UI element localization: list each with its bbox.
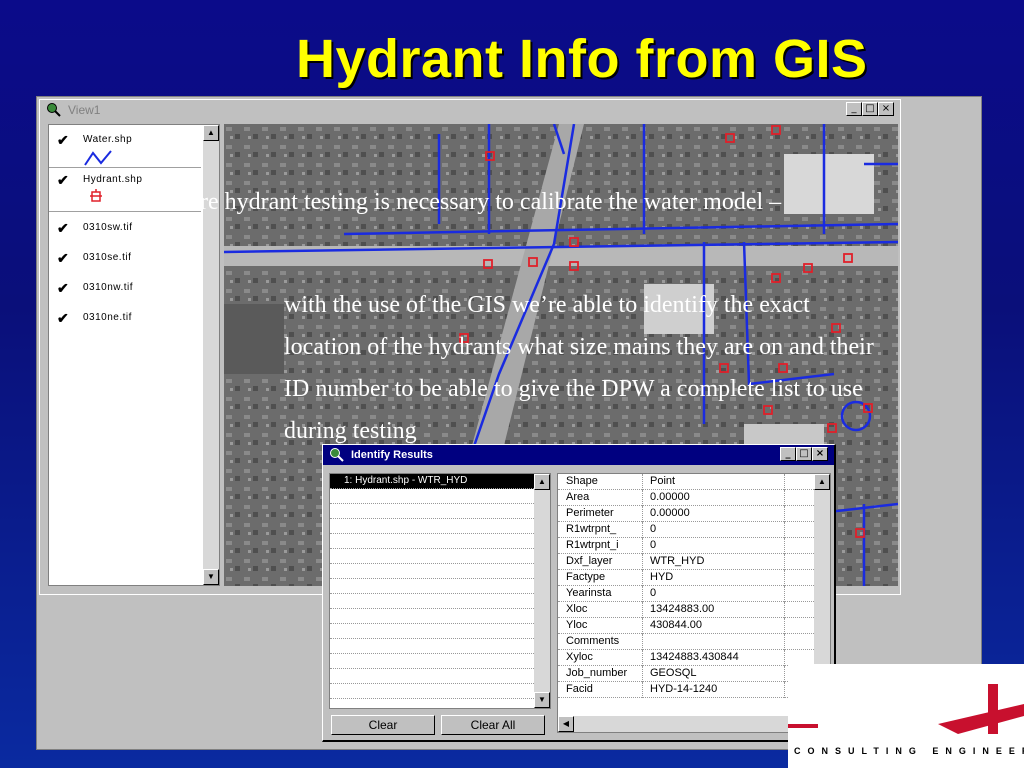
scroll-down-arrow-icon[interactable]: ▼ xyxy=(534,692,550,708)
table-row: R1wtrpnt_i 0 xyxy=(558,538,814,554)
checkbox-icon[interactable]: ✔ xyxy=(57,133,69,147)
table-row: Shape Point xyxy=(558,474,814,490)
maximize-button[interactable]: □ xyxy=(862,102,878,116)
list-item xyxy=(330,519,534,534)
scroll-up-arrow-icon[interactable]: ▲ xyxy=(534,474,550,490)
list-item xyxy=(330,594,534,609)
table-row: Dxf_layer WTR_HYD xyxy=(558,554,814,570)
scroll-up-arrow-icon[interactable]: ▲ xyxy=(203,125,219,141)
list-item xyxy=(330,549,534,564)
close-button[interactable]: × xyxy=(878,102,894,116)
identify-results-dialog: Identify Results _ □ × 1: Hydrant.shp - … xyxy=(322,444,836,742)
scroll-left-arrow-icon[interactable]: ◀ xyxy=(558,716,574,732)
list-item xyxy=(330,579,534,594)
list-item xyxy=(330,534,534,549)
hydrant-icon xyxy=(90,189,102,202)
list-item xyxy=(330,609,534,624)
slide-title: Hydrant Info from GIS xyxy=(296,29,868,89)
table-row: R1wtrpnt_ 0 xyxy=(558,522,814,538)
checkbox-icon[interactable]: ✔ xyxy=(57,281,69,295)
magnifier-globe-icon xyxy=(47,103,61,117)
list-item xyxy=(330,684,534,699)
scroll-up-arrow-icon[interactable]: ▲ xyxy=(814,474,830,490)
clear-all-button[interactable]: Clear All xyxy=(441,715,545,735)
list-item-selected[interactable]: 1: Hydrant.shp - WTR_HYD xyxy=(330,474,534,489)
list-item xyxy=(330,564,534,579)
logo-mark-icon xyxy=(788,684,1024,734)
checkbox-icon[interactable]: ✔ xyxy=(57,311,69,325)
table-row: Comments xyxy=(558,634,814,650)
blue-line-icon xyxy=(84,150,112,166)
view1-title: View1 xyxy=(68,103,101,117)
table-row: Xyloc 13424883.430844 xyxy=(558,650,814,666)
table-row: Job_number GEOSQL xyxy=(558,666,814,682)
table-row: Yearinsta 0 xyxy=(558,586,814,602)
result-list-scrollbar[interactable]: ▲ ▼ xyxy=(534,474,550,708)
checkbox-icon[interactable]: ✔ xyxy=(57,221,69,235)
checkbox-icon[interactable]: ✔ xyxy=(57,251,69,265)
table-row: Area 0.00000 xyxy=(558,490,814,506)
list-item xyxy=(330,654,534,669)
view1-titlebar[interactable]: View1 _ □ × xyxy=(40,100,900,120)
identify-result-list[interactable]: 1: Hydrant.shp - WTR_HYD ▲ ▼ xyxy=(329,473,551,709)
company-logo: CONSULTING ENGINEERS xyxy=(788,664,1024,768)
minimize-button[interactable]: _ xyxy=(846,102,862,116)
table-row: Factype HYD xyxy=(558,570,814,586)
table-row: Facid HYD-14-1240 xyxy=(558,682,814,698)
table-row: Perimeter 0.00000 xyxy=(558,506,814,522)
clear-button[interactable]: Clear xyxy=(331,715,435,735)
attribute-table-hscrollbar[interactable]: ◀ ▶ xyxy=(558,716,814,732)
logo-text: CONSULTING ENGINEERS xyxy=(794,746,1024,756)
list-item xyxy=(330,639,534,654)
overlay-text-line2: with the use of the GIS we’re able to id… xyxy=(284,292,874,444)
list-item xyxy=(330,504,534,519)
table-row: Yloc 430844.00 xyxy=(558,618,814,634)
checkbox-icon[interactable]: ✔ xyxy=(57,173,69,187)
list-item xyxy=(330,624,534,639)
scroll-down-arrow-icon[interactable]: ▼ xyxy=(203,569,219,585)
table-row: Xloc 13424883.00 xyxy=(558,602,814,618)
overlay-text-line1: Fire hydrant testing is necessary to cal… xyxy=(180,189,782,215)
list-item xyxy=(330,489,534,504)
list-item xyxy=(330,669,534,684)
